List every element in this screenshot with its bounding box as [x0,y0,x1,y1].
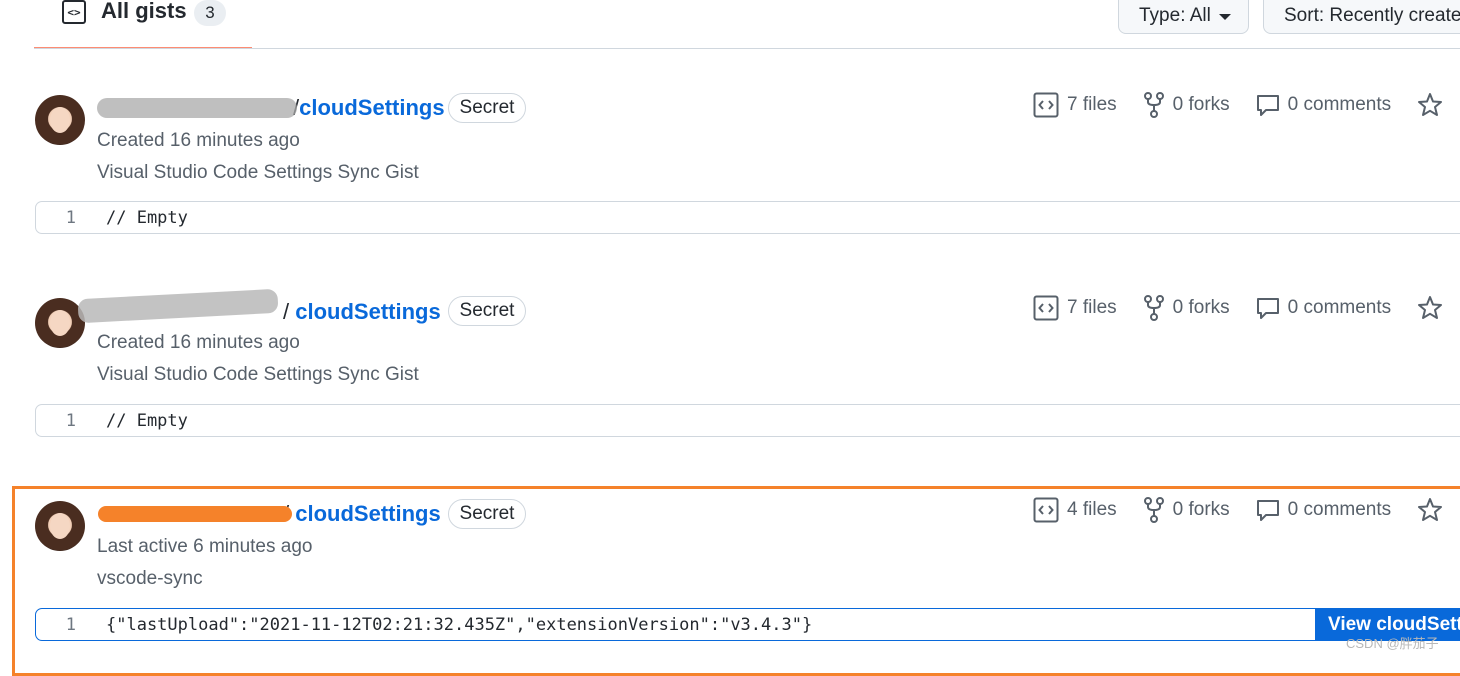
secret-badge: Secret [448,296,526,326]
forks-stat[interactable]: 0 forks [1143,92,1230,118]
code-square-icon: <> [62,0,86,24]
gist-description: Visual Studio Code Settings Sync Gist [97,364,419,385]
line-number: 1 [65,207,76,228]
type-filter-button[interactable]: Type: All [1118,0,1249,34]
forks-stat[interactable]: 0 forks [1143,497,1230,523]
gist-name-link[interactable]: cloudSettings [295,299,440,324]
gist-timestamp: Created 16 minutes ago [97,130,300,151]
fork-icon [1143,92,1164,118]
gist-name-link[interactable]: cloudSettings [299,95,444,120]
code-square-icon [1033,497,1059,523]
star-stat[interactable] [1417,92,1451,118]
fork-icon [1143,295,1164,321]
gist-description: vscode-sync [97,568,203,589]
avatar[interactable] [35,501,85,551]
redaction-scribble [97,98,297,118]
comments-count: 0 comments [1287,297,1392,318]
gist-stats: 7 files 0 forks 0 comments [1033,92,1451,118]
gist-stats: 7 files 0 forks 0 comments [1033,295,1451,321]
forks-count: 0 forks [1172,297,1230,318]
star-icon [1418,296,1443,319]
comment-icon [1256,95,1279,116]
comment-icon [1256,298,1279,319]
code-preview[interactable]: 1 // Empty [35,201,1460,234]
secret-badge: Secret [448,93,526,123]
gist-timestamp: Created 16 minutes ago [97,332,300,353]
gist-stats: 4 files 0 forks 0 comments [1033,497,1451,523]
comments-count: 0 comments [1287,499,1392,520]
tab-count-badge: 3 [194,0,226,26]
code-preview[interactable]: 1 // Empty [35,404,1460,437]
star-stat[interactable] [1417,497,1451,523]
gist-name-link[interactable]: cloudSettings [295,501,440,526]
files-stat[interactable]: 7 files [1033,295,1117,321]
files-count: 7 files [1067,297,1117,318]
comments-stat[interactable]: 0 comments [1256,296,1391,320]
redaction-scribble [98,506,292,522]
caret-down-icon [1218,14,1231,20]
gist-description: Visual Studio Code Settings Sync Gist [97,162,419,183]
comments-stat[interactable]: 0 comments [1256,498,1391,522]
code-square-icon [1033,92,1059,118]
avatar-face [50,310,70,336]
star-icon [1418,498,1443,521]
forks-count: 0 forks [1172,94,1230,115]
gist-timestamp: Last active 6 minutes ago [97,536,313,557]
comments-stat[interactable]: 0 comments [1256,93,1391,117]
forks-stat[interactable]: 0 forks [1143,295,1230,321]
forks-count: 0 forks [1172,499,1230,520]
star-stat[interactable] [1417,295,1451,321]
secret-badge: Secret [448,499,526,529]
code-preview[interactable]: 1 {"lastUpload":"2021-11-12T02:21:32.435… [35,608,1460,641]
owner-separator: / [283,299,290,324]
files-count: 7 files [1067,94,1117,115]
code-square-icon [1033,295,1059,321]
sort-filter-button[interactable]: Sort: Recently created [1263,0,1460,34]
line-number: 1 [65,410,76,431]
star-icon [1418,93,1443,116]
files-stat[interactable]: 4 files [1033,497,1117,523]
fork-icon [1143,497,1164,523]
avatar[interactable] [35,95,85,145]
line-number: 1 [65,614,76,635]
comments-count: 0 comments [1287,94,1392,115]
files-count: 4 files [1067,499,1117,520]
code-line: // Empty [106,207,188,228]
type-filter-label: Type: All [1139,5,1211,26]
avatar-face [50,513,70,539]
comment-icon [1256,500,1279,521]
watermark: CSDN @胖茄子 [1346,636,1439,651]
sort-filter-label: Sort: Recently created [1284,5,1460,26]
avatar-face [50,107,70,133]
header-divider [34,48,1460,49]
code-line: {"lastUpload":"2021-11-12T02:21:32.435Z"… [106,614,813,635]
files-stat[interactable]: 7 files [1033,92,1117,118]
tab-all-gists[interactable]: All gists [101,0,187,24]
code-line: // Empty [106,410,188,431]
